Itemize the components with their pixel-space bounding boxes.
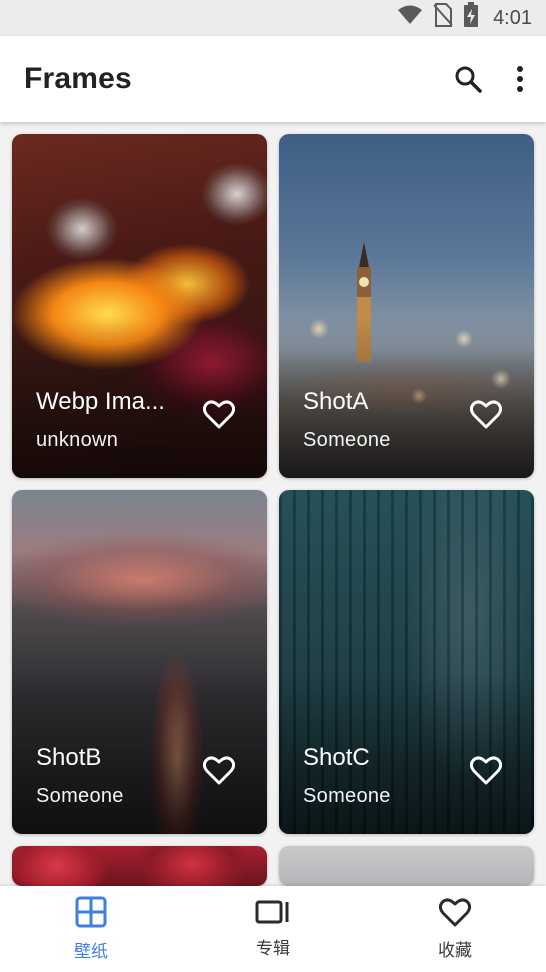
wallpaper-author: Someone	[303, 429, 391, 451]
wallpaper-title: ShotA	[303, 388, 369, 415]
favorite-heart-icon[interactable]	[469, 399, 503, 434]
wallpaper-title: ShotB	[36, 744, 102, 771]
wifi-icon	[397, 4, 423, 32]
wallpaper-card[interactable]: ShotB Someone	[12, 490, 267, 834]
heart-icon	[438, 897, 472, 932]
wallpaper-card-partial[interactable]	[12, 846, 267, 886]
favorite-heart-icon[interactable]	[202, 755, 236, 790]
wallpaper-author: Someone	[36, 785, 124, 807]
wallpaper-card-partial[interactable]	[279, 846, 534, 886]
wallpaper-author: unknown	[36, 429, 119, 451]
more-vert-icon[interactable]	[516, 66, 524, 92]
nav-label: 壁纸	[74, 942, 108, 962]
app-bar: Frames	[0, 36, 546, 122]
status-time: 4:01	[493, 6, 532, 29]
wallpaper-card[interactable]: ShotC Someone	[279, 490, 534, 834]
no-sim-icon	[433, 3, 453, 33]
wallpaper-title: ShotC	[303, 744, 370, 771]
status-bar: 4:01	[0, 0, 546, 36]
favorite-heart-icon[interactable]	[469, 755, 503, 790]
wallpaper-grid: Webp Ima... unknown ShotA Someone ShotB …	[12, 134, 534, 886]
page-title: Frames	[24, 62, 132, 95]
wallpaper-author: Someone	[303, 785, 391, 807]
search-icon[interactable]	[454, 65, 482, 93]
battery-charging-icon	[463, 2, 479, 34]
nav-label: 专辑	[256, 939, 290, 959]
wallpaper-card[interactable]: Webp Ima... unknown	[12, 134, 267, 478]
nav-item-favorites[interactable]: 收藏	[364, 886, 546, 972]
nav-label: 收藏	[438, 941, 472, 961]
grid-icon	[75, 896, 107, 933]
app-bar-actions	[454, 36, 524, 122]
nav-item-collections[interactable]: 专辑	[182, 886, 364, 972]
collections-icon	[255, 899, 291, 930]
nav-item-wallpapers[interactable]: 壁纸	[0, 886, 182, 972]
favorite-heart-icon[interactable]	[202, 399, 236, 434]
wallpaper-title: Webp Ima...	[36, 388, 165, 415]
wallpaper-card[interactable]: ShotA Someone	[279, 134, 534, 478]
bottom-navigation: 壁纸 专辑 收藏	[0, 886, 546, 972]
